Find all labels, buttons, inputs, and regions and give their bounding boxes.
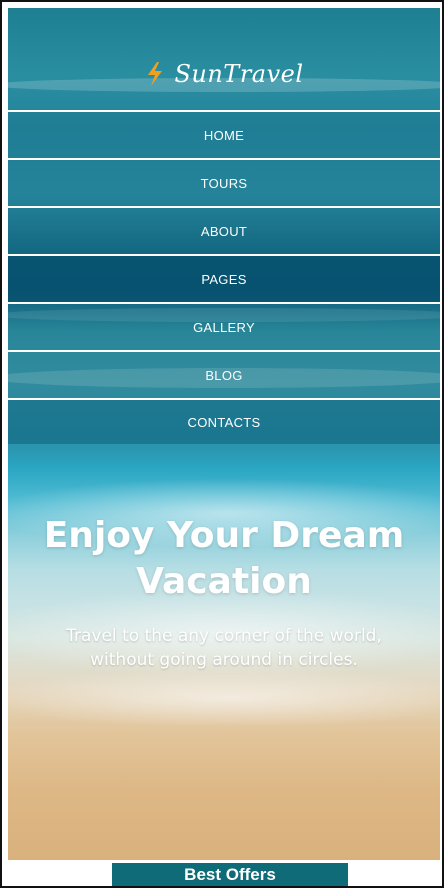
- page-frame: SunTravel HOME TOURS ABOUT PAGES GALLERY…: [0, 0, 444, 888]
- hero-title-line: Enjoy Your Dream: [43, 515, 405, 556]
- nav-item-pages[interactable]: PAGES: [8, 254, 440, 302]
- site-logo[interactable]: SunTravel: [8, 54, 440, 94]
- best-offers-heading: Best Offers: [112, 863, 348, 886]
- hero-title-line: Vacation: [136, 561, 312, 602]
- nav-item-contacts[interactable]: CONTACTS: [8, 398, 440, 444]
- main-nav: HOME TOURS ABOUT PAGES GALLERY BLOG CONT…: [8, 110, 440, 444]
- nav-item-blog[interactable]: BLOG: [8, 350, 440, 398]
- nav-item-gallery[interactable]: GALLERY: [8, 302, 440, 350]
- hero-section: SunTravel HOME TOURS ABOUT PAGES GALLERY…: [8, 8, 440, 860]
- nav-item-about[interactable]: ABOUT: [8, 206, 440, 254]
- hero-subtitle-line: Travel to the any corner of the world,: [66, 626, 382, 646]
- hero-subtitle: Travel to the any corner of the world, w…: [8, 624, 440, 672]
- hero-subtitle-line: without going around in circles.: [90, 650, 358, 670]
- brand-name: SunTravel: [174, 60, 304, 88]
- nav-item-home[interactable]: HOME: [8, 110, 440, 158]
- nav-item-tours[interactable]: TOURS: [8, 158, 440, 206]
- hero-title: Enjoy Your Dream Vacation: [8, 513, 440, 605]
- foam-decoration: [8, 668, 440, 728]
- lightning-bolt-icon: [148, 62, 163, 86]
